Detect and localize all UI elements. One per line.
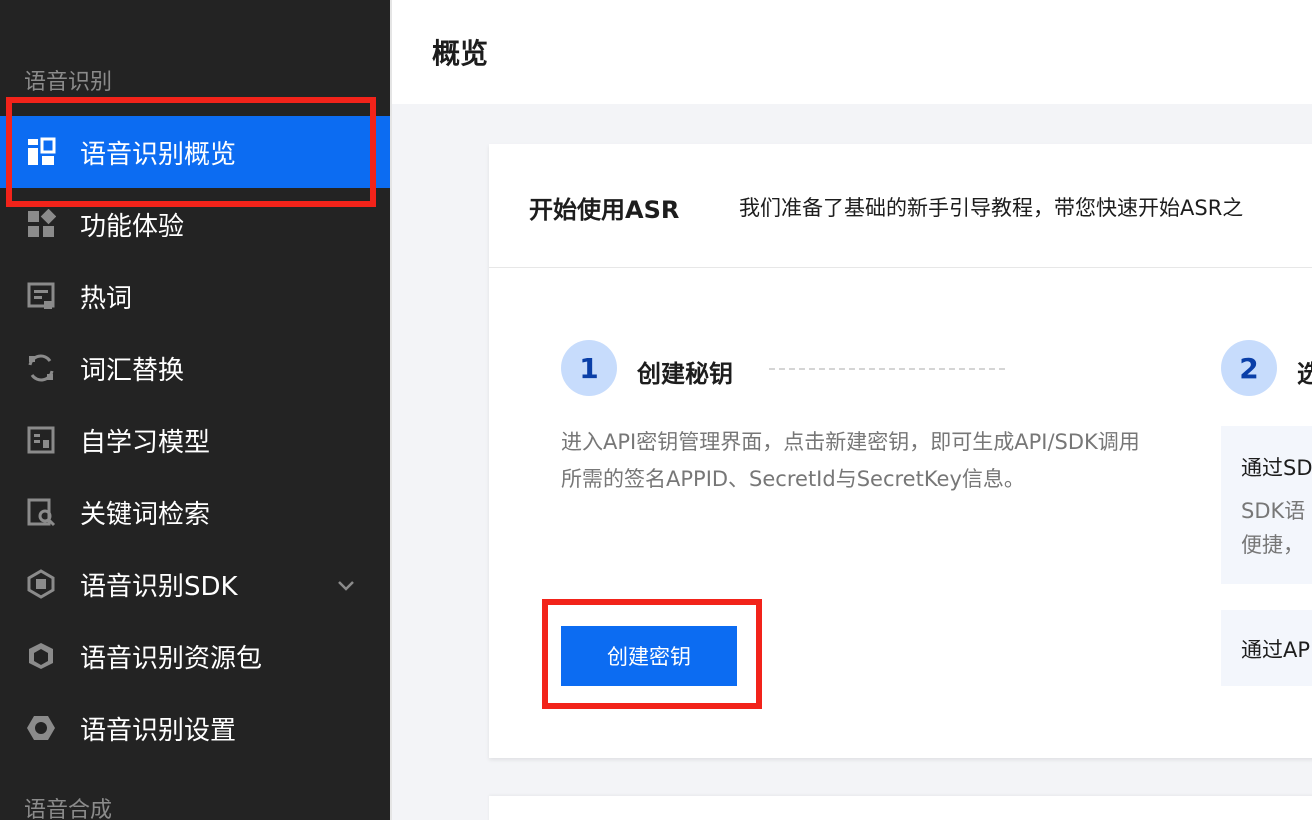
sidebar-item-label: 自学习模型 [80,427,211,458]
next-card [489,796,1312,820]
step-connector [769,368,1005,370]
step-1-title: 创建秘钥 [637,360,733,388]
sidebar-item-label: 词汇替换 [80,355,185,386]
sidebar-item-model[interactable]: 自学习模型 [0,404,390,476]
card-description: 我们准备了基础的新手引导教程，带您快速开始ASR之 [739,196,1244,220]
sidebar-group-asr: 语音识别 [24,70,113,95]
sdk-option-box[interactable]: 通过SD SDK语 便捷， [1221,426,1312,584]
sdk-option-text-line2: 便捷， [1241,533,1304,557]
step-1-number: 1 [561,340,617,396]
sidebar-item-hotword[interactable]: 热词 [0,260,390,332]
sdk-icon [24,567,58,601]
hotword-icon [24,279,58,313]
sidebar-item-sdk[interactable]: 语音识别SDK [0,548,390,620]
step-2-number: 2 [1221,340,1277,396]
sidebar-item-label: 语音识别设置 [80,715,237,746]
sidebar-item-label: 热词 [80,283,133,314]
sidebar-item-replace[interactable]: 词汇替换 [0,332,390,404]
card-title: 开始使用ASR [529,196,680,224]
sdk-option-title: 通过SD [1241,456,1312,480]
model-icon [24,423,58,457]
sidebar-divider [390,0,392,820]
sidebar-item-label: 关键词检索 [80,499,211,530]
search-doc-icon [24,495,58,529]
package-icon [24,639,58,673]
getting-started-card: 开始使用ASR 我们准备了基础的新手引导教程，带您快速开始ASR之 1 创建秘钥… [489,144,1312,758]
sidebar-item-keyword-search[interactable]: 关键词检索 [0,476,390,548]
settings-hex-icon [24,711,58,745]
apps-icon [24,207,58,241]
dashboard-icon [24,135,58,169]
sidebar-item-label: 语音识别资源包 [80,643,263,674]
sidebar-item-package[interactable]: 语音识别资源包 [0,620,390,692]
sidebar-item-settings[interactable]: 语音识别设置 [0,692,390,764]
page-header: 概览 [392,0,1312,104]
api-option-box[interactable]: 通过AP [1221,610,1312,686]
sidebar-item-asr-overview[interactable]: 语音识别概览 [0,116,390,188]
sidebar: 语音识别 语音识别概览 功能体验 热词 词汇替换 自学习模型 关键词检索 语音识… [0,0,390,820]
card-header: 开始使用ASR 我们准备了基础的新手引导教程，带您快速开始ASR之 [489,144,1312,268]
sidebar-group-tts: 语音合成 [24,798,113,820]
sidebar-item-label: 功能体验 [80,211,185,242]
create-key-button[interactable]: 创建密钥 [561,626,737,686]
step-1-description: 进入API密钥管理界面，点击新建密钥，即可生成API/SDK调用所需的签名APP… [561,430,1140,491]
api-option-title: 通过AP [1241,638,1311,662]
step-2-title: 选 [1297,360,1312,388]
sidebar-item-experience[interactable]: 功能体验 [0,188,390,260]
sdk-option-text-line1: SDK语 [1241,499,1306,523]
chevron-down-icon[interactable] [336,570,356,600]
page-title: 概览 [432,37,489,70]
sidebar-item-label: 语音识别概览 [80,139,237,170]
replace-icon [24,351,58,385]
sidebar-item-label: 语音识别SDK [80,571,238,602]
